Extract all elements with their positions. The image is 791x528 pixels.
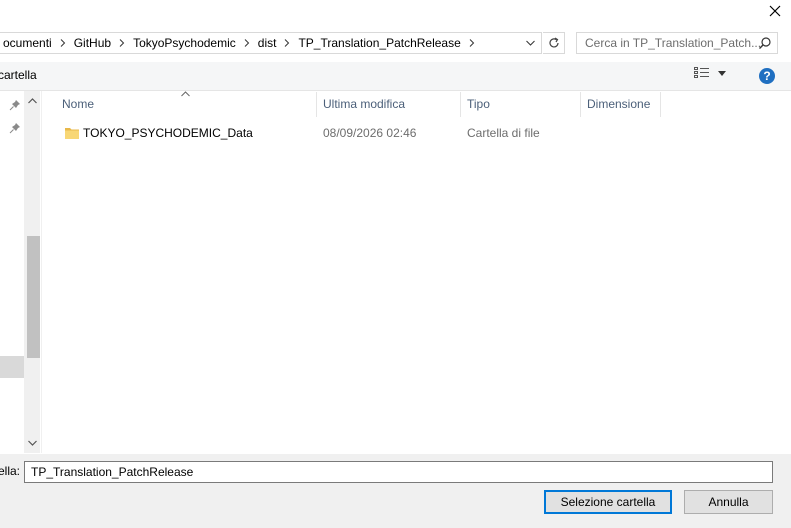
- chevron-down-icon: [27, 440, 37, 446]
- column-header-name[interactable]: Nome: [62, 92, 94, 117]
- new-folder-button[interactable]: cartella: [0, 68, 37, 82]
- pin-icon[interactable]: [9, 122, 21, 134]
- chevron-down-icon: [718, 70, 726, 76]
- help-button[interactable]: ?: [759, 68, 775, 84]
- command-bar: cartella ?: [0, 62, 791, 91]
- chevron-down-icon: [525, 40, 535, 46]
- list-item[interactable]: TOKYO_PSYCHODEMIC_Data 08/09/2026 02:46 …: [42, 121, 791, 145]
- breadcrumb-item-documenti[interactable]: ocumenti: [0, 36, 56, 50]
- chevron-right-icon[interactable]: [280, 39, 294, 47]
- refresh-icon: [548, 37, 559, 48]
- chevron-right-icon[interactable]: [240, 39, 254, 47]
- breadcrumb-item-github[interactable]: GitHub: [70, 36, 115, 50]
- breadcrumb-item-current[interactable]: TP_Translation_PatchRelease: [294, 36, 464, 50]
- column-divider[interactable]: [660, 92, 661, 117]
- view-options-button[interactable]: [694, 67, 726, 79]
- dialog-footer: ella: TP_Translation_PatchRelease Selezi…: [0, 454, 791, 528]
- address-dropdown-button[interactable]: [520, 33, 540, 53]
- close-button[interactable]: [758, 0, 791, 22]
- breadcrumb: ocumenti GitHub TokyoPsychodemic dist TP…: [0, 33, 479, 53]
- sort-ascending-icon: [181, 91, 190, 97]
- folder-icon: [65, 128, 79, 139]
- chevron-right-icon[interactable]: [115, 39, 129, 47]
- breadcrumb-item-tokyopsychodemic[interactable]: TokyoPsychodemic: [129, 36, 240, 50]
- chevron-right-icon[interactable]: [465, 39, 479, 47]
- column-divider[interactable]: [460, 92, 461, 117]
- file-type: Cartella di file: [467, 126, 540, 140]
- address-bar[interactable]: ocumenti GitHub TokyoPsychodemic dist TP…: [0, 32, 542, 54]
- search-input[interactable]: Cerca in TP_Translation_Patch...: [576, 32, 778, 54]
- file-name: TOKYO_PSYCHODEMIC_Data: [83, 126, 253, 140]
- chevron-up-icon: [27, 98, 37, 104]
- scroll-up-button[interactable]: [24, 93, 40, 109]
- column-header-modified[interactable]: Ultima modifica: [323, 92, 405, 117]
- folder-name-label: ella:: [0, 464, 21, 478]
- folder-name-field[interactable]: TP_Translation_PatchRelease: [24, 461, 773, 483]
- file-modified: 08/09/2026 02:46: [323, 126, 417, 140]
- search-placeholder: Cerca in TP_Translation_Patch...: [585, 36, 762, 50]
- chevron-right-icon[interactable]: [56, 39, 70, 47]
- details-view-icon: [694, 67, 709, 78]
- column-divider[interactable]: [316, 92, 317, 117]
- nav-scrollbar[interactable]: [24, 91, 40, 453]
- navigation-pane[interactable]: [0, 91, 42, 453]
- pin-icon[interactable]: [9, 99, 21, 111]
- column-divider[interactable]: [580, 92, 581, 117]
- scrollbar-thumb[interactable]: [27, 236, 40, 358]
- column-header-size[interactable]: Dimensione: [587, 92, 650, 117]
- column-header-row: Nome Ultima modifica Tipo Dimensione: [42, 91, 791, 117]
- column-header-type[interactable]: Tipo: [467, 92, 490, 117]
- nav-selected-item[interactable]: [0, 356, 24, 378]
- select-folder-button[interactable]: Selezione cartella: [544, 490, 672, 514]
- close-icon: [769, 5, 780, 17]
- cancel-button[interactable]: Annulla: [684, 490, 773, 514]
- scroll-down-button[interactable]: [24, 435, 40, 451]
- search-icon[interactable]: [758, 36, 772, 50]
- refresh-button[interactable]: [543, 32, 565, 54]
- breadcrumb-item-dist[interactable]: dist: [254, 36, 281, 50]
